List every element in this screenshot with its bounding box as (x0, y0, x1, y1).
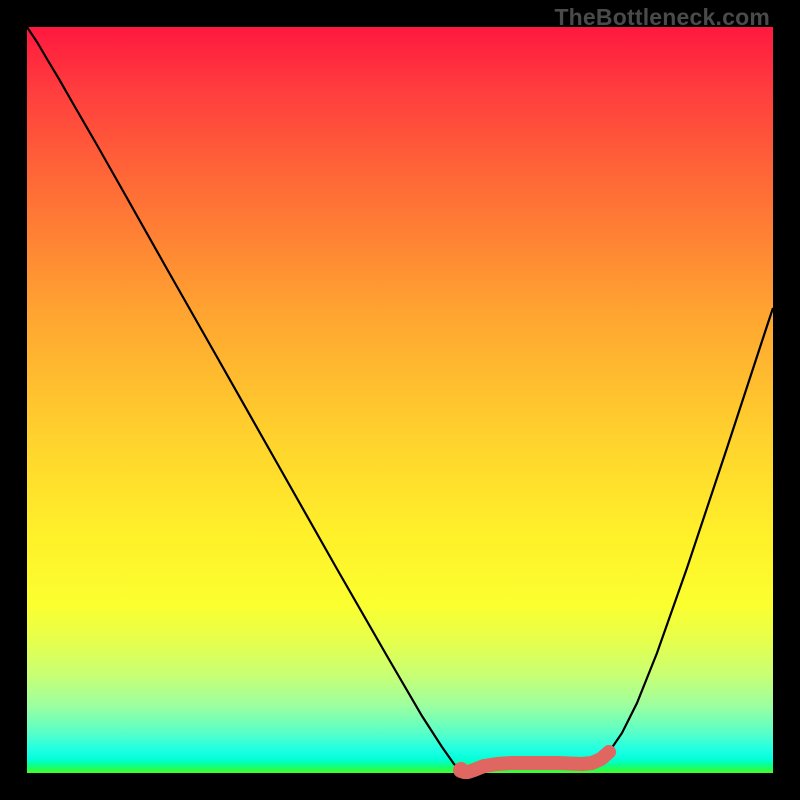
main-curve (27, 27, 773, 772)
chart-svg (27, 27, 773, 773)
watermark-text: TheBottleneck.com (554, 4, 770, 31)
plot-area (27, 27, 773, 773)
highlight-dot-start (453, 762, 469, 778)
chart-frame (27, 27, 773, 773)
highlight-segment (464, 752, 609, 772)
